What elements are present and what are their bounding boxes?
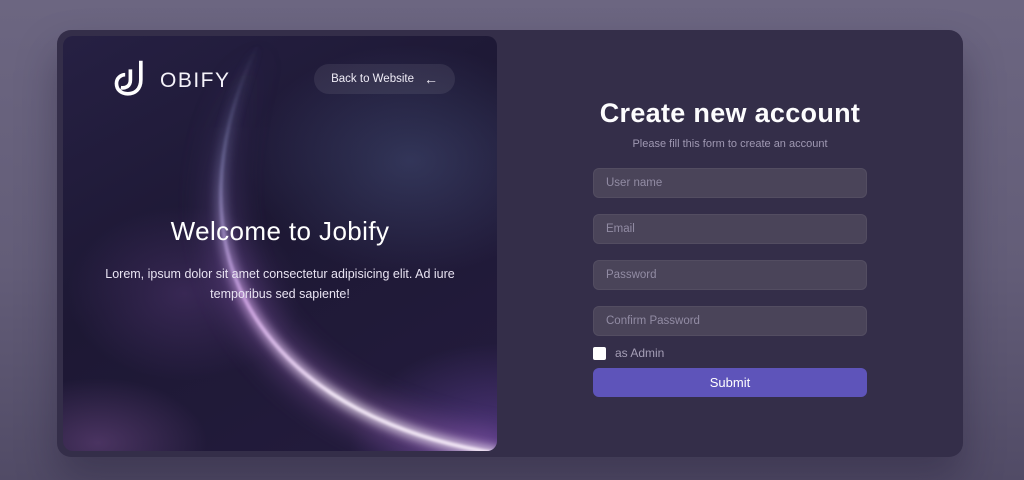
email-field[interactable] xyxy=(593,214,867,244)
submit-button[interactable]: Submit xyxy=(593,368,867,397)
signup-form-section: Create new account Please fill this form… xyxy=(497,30,963,457)
form-title: Create new account xyxy=(599,98,861,128)
form-subtitle: Please fill this form to create an accou… xyxy=(632,138,828,150)
password-field[interactable] xyxy=(593,260,867,290)
jobify-logo-icon xyxy=(114,60,143,96)
left-arrow-icon: ← xyxy=(424,71,438,87)
admin-checkbox[interactable] xyxy=(593,346,606,360)
welcome-subtext: Lorem, ipsum dolor sit amet consectetur … xyxy=(105,267,455,301)
panel-background-art: OBIFY Back to Website ← Welcome to Jobif… xyxy=(63,36,497,451)
welcome-heading: Welcome to Jobify xyxy=(170,216,390,246)
admin-checkbox-label: as Admin xyxy=(615,346,665,360)
jobify-logo-wordmark: OBIFY xyxy=(160,69,231,92)
panel-copy: Welcome to Jobify Lorem, ipsum dolor sit… xyxy=(63,216,497,304)
panel-header: OBIFY Back to Website ← xyxy=(113,58,455,100)
confirm-password-field[interactable] xyxy=(593,306,867,336)
admin-checkbox-row[interactable]: as Admin xyxy=(593,346,867,360)
back-to-website-label: Back to Website xyxy=(331,73,414,85)
jobify-logo: OBIFY xyxy=(113,58,231,100)
signup-card: OBIFY Back to Website ← Welcome to Jobif… xyxy=(57,30,963,457)
username-field[interactable] xyxy=(593,168,867,198)
signup-form: as Admin Submit xyxy=(593,150,867,397)
back-to-website-button[interactable]: Back to Website ← xyxy=(314,64,455,94)
